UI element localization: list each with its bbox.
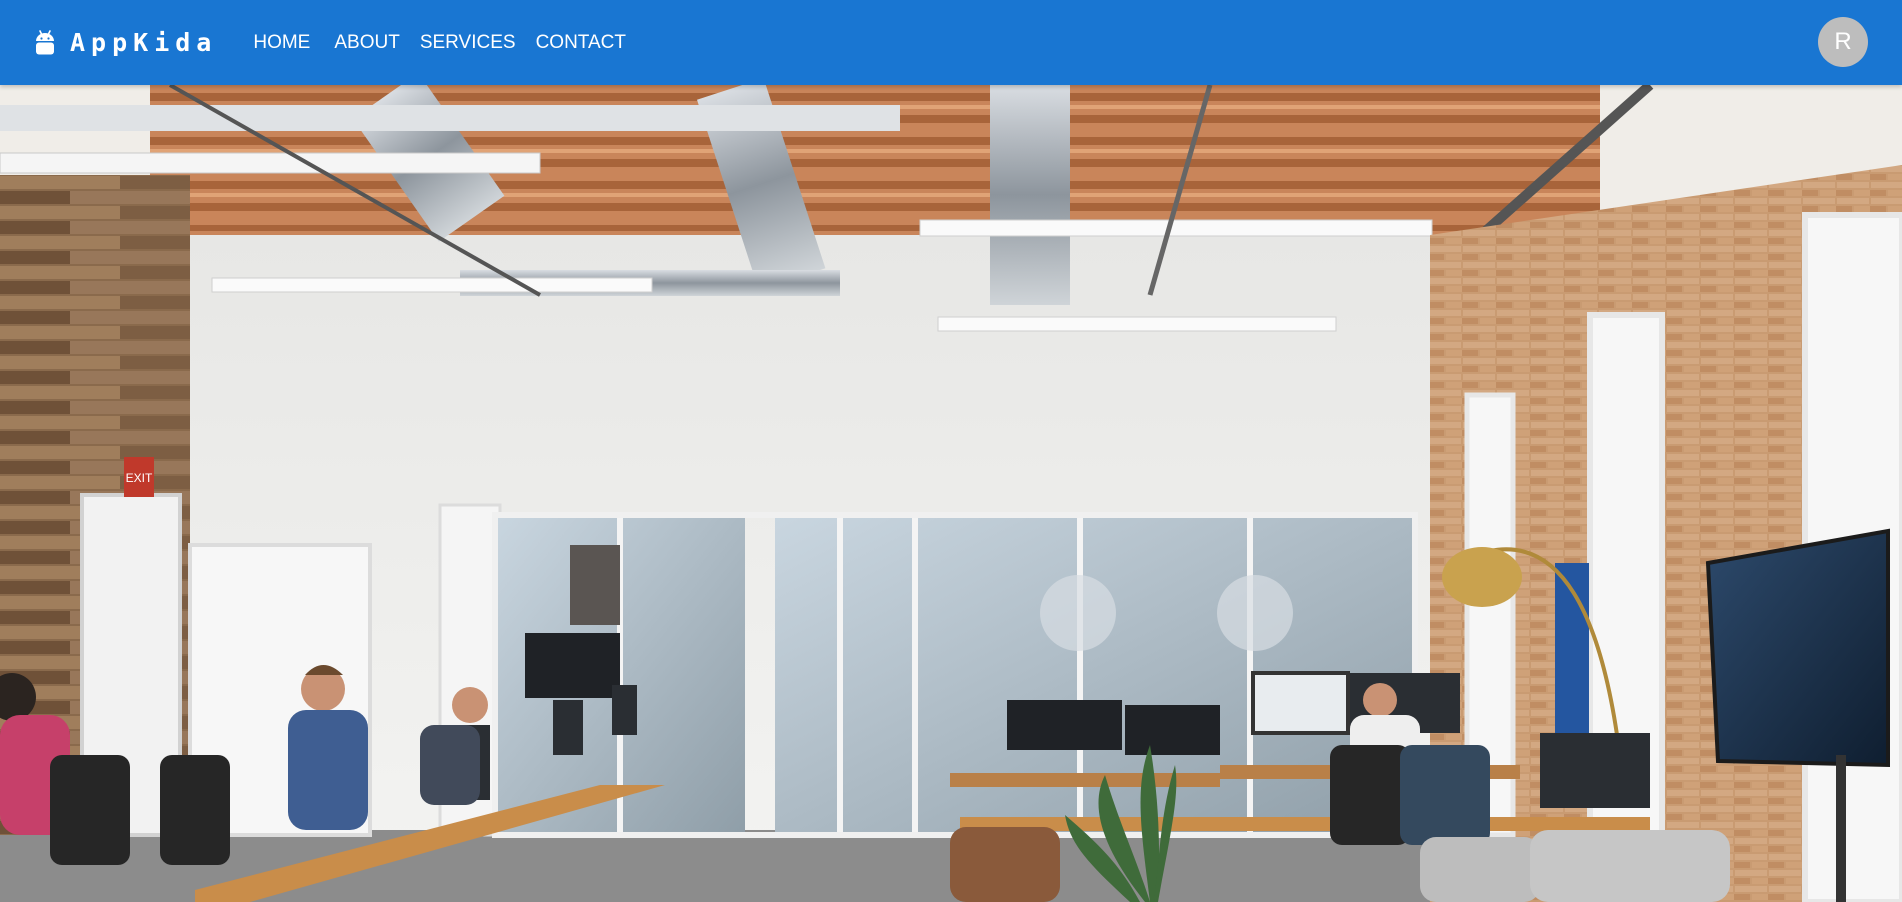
hero-image: EXIT: [0, 85, 1902, 902]
nav-link-about[interactable]: ABOUT: [334, 28, 399, 58]
brand[interactable]: AppKida: [34, 28, 217, 58]
main-nav: HOME ABOUT SERVICES CONTACT: [253, 28, 646, 58]
nav-link-home[interactable]: HOME: [253, 28, 310, 58]
nav-link-contact[interactable]: CONTACT: [536, 28, 626, 58]
nav-link-services[interactable]: SERVICES: [420, 28, 516, 58]
app-bar: AppKida HOME ABOUT SERVICES CONTACT R: [0, 0, 1902, 85]
android-icon: [34, 28, 56, 58]
brand-name: AppKida: [70, 28, 218, 57]
exit-sign: EXIT: [126, 471, 153, 485]
user-avatar[interactable]: R: [1818, 17, 1868, 67]
